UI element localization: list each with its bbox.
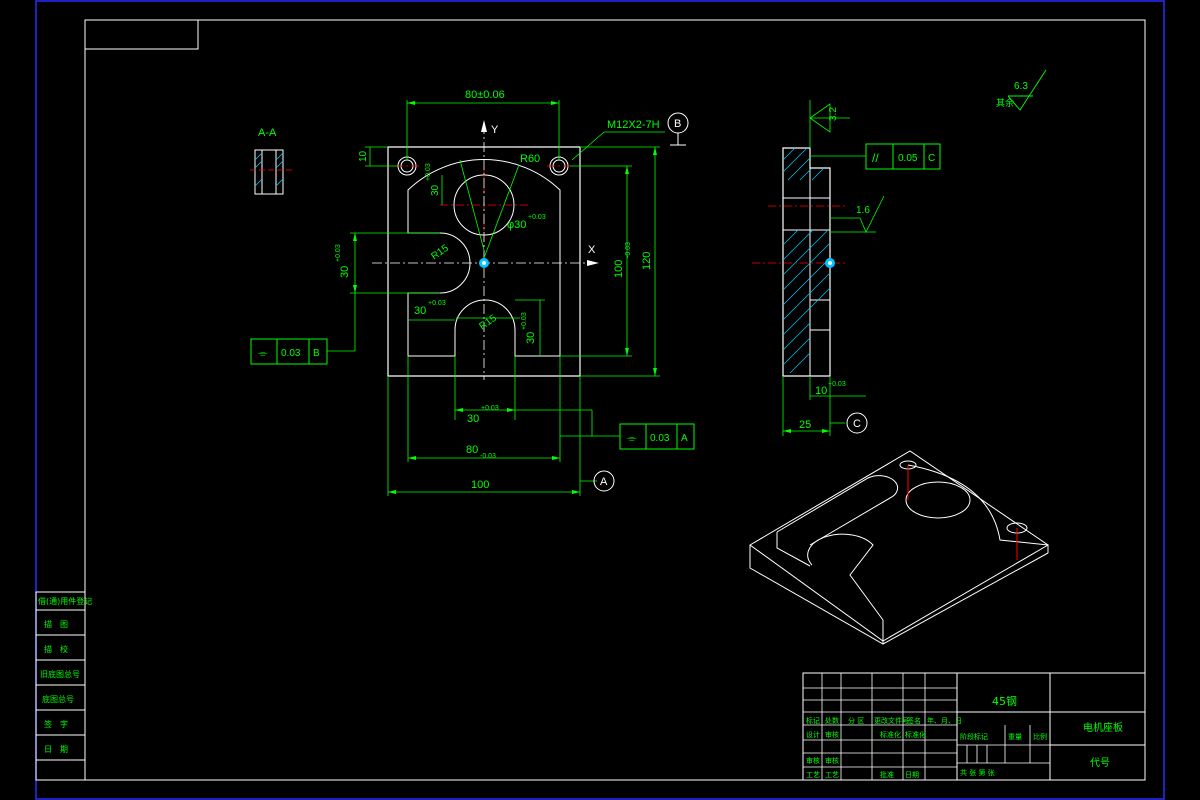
general-roughness: 6.3 其余 bbox=[996, 69, 1047, 111]
dim-30-top-tol: +0.03 bbox=[425, 163, 432, 181]
dim-30-slot: 30 bbox=[525, 332, 537, 344]
side-panel-item: 描 校 bbox=[44, 644, 68, 654]
dim-30-mid: 30 bbox=[414, 305, 426, 317]
row-process: 工艺 bbox=[825, 771, 839, 779]
dim-100-vert-tol: -0.03 bbox=[625, 242, 632, 258]
header-label: 签名 bbox=[907, 716, 921, 725]
material: 45钢 bbox=[992, 695, 1017, 708]
roughness-16: 1.6 bbox=[856, 205, 870, 216]
part-name: 电机座板 bbox=[1083, 721, 1123, 734]
header-label: 标记 bbox=[806, 716, 820, 725]
dim-r15-left: R15 bbox=[429, 243, 451, 263]
scale-label: 比例 bbox=[1033, 732, 1047, 741]
fcf-b-value: 0.03 bbox=[281, 348, 301, 359]
row-check: 审核 bbox=[806, 756, 820, 765]
dim-80-bottom: 80 bbox=[466, 444, 478, 456]
drawing-frame bbox=[84, 19, 1146, 781]
dim-30-top: 30 bbox=[430, 184, 441, 196]
fcf-c-datum: C bbox=[928, 153, 935, 164]
row-check: 审核 bbox=[825, 756, 839, 765]
fcf-c-symbol: // bbox=[872, 151, 879, 165]
axis-x-label: X bbox=[588, 244, 596, 256]
fcf-b-symbol: ⌯ bbox=[258, 346, 268, 360]
side-panel-item: 借(通)用件登记 bbox=[38, 596, 92, 606]
cad-drawing-canvas: A-A Y X 80±0.06 M12X2-7H B 10 30 +0.03 R… bbox=[35, 0, 1165, 800]
side-panel-item: 底图总号 bbox=[42, 694, 74, 704]
side-dim-10-tol: +0.03 bbox=[828, 381, 846, 388]
side-view: 3.2 1.6 10 +0.03 25 C bbox=[752, 100, 885, 436]
section-a-a-view: A-A bbox=[250, 127, 292, 195]
datum-c-label: C bbox=[853, 418, 861, 430]
side-panel-item: 旧底图总号 bbox=[40, 669, 80, 679]
row-process: 工艺 bbox=[806, 771, 820, 779]
stage-label: 阶段标记 bbox=[960, 732, 988, 741]
side-panel-item: 签 字 bbox=[44, 719, 68, 729]
datum-a-label: A bbox=[600, 476, 608, 488]
axis-y-label: Y bbox=[491, 124, 499, 136]
fcf-a-datum: A bbox=[681, 433, 688, 444]
dim-100-vert: 100 bbox=[613, 260, 625, 278]
sheet-label: 共 张 第 张 bbox=[960, 768, 995, 777]
roughness-32: 3.2 bbox=[828, 107, 839, 121]
dim-top-width: 80±0.06 bbox=[465, 89, 505, 101]
dim-30-bottom-tol: +0.03 bbox=[481, 405, 499, 412]
fcf-a-value: 0.03 bbox=[650, 433, 670, 444]
dim-10: 10 bbox=[358, 150, 369, 162]
dim-100-bottom: 100 bbox=[471, 479, 489, 491]
dim-r60: R60 bbox=[520, 153, 540, 165]
row-design: 标准化 bbox=[905, 730, 926, 739]
header-label: 处数 bbox=[825, 716, 839, 725]
thread-callout: M12X2-7H bbox=[607, 119, 660, 131]
dim-30-bottom: 30 bbox=[467, 413, 479, 425]
row-process: 批准 bbox=[880, 770, 894, 779]
sheet-outer-border bbox=[35, 0, 1165, 800]
dim-r15-bottom: R15 bbox=[477, 313, 499, 333]
fcf-c: // 0.05 C bbox=[865, 143, 941, 170]
dim-30-left: 30 bbox=[339, 266, 351, 278]
side-panel-item: 日 期 bbox=[44, 745, 68, 754]
fcf-b-datum: B bbox=[313, 348, 320, 359]
datum-b-label: B bbox=[674, 118, 681, 130]
general-roughness-value: 6.3 bbox=[1014, 81, 1028, 92]
side-dim-25: 25 bbox=[799, 419, 811, 431]
side-panel: 借(通)用件登记 描 图 描 校 旧底图总号 底图总号 签 字 日 期 bbox=[35, 591, 92, 781]
dim-30-left-tol: +0.03 bbox=[335, 244, 342, 262]
code-label: 代号 bbox=[1090, 757, 1110, 769]
fcf-c-value: 0.05 bbox=[898, 153, 918, 164]
dim-120: 120 bbox=[641, 252, 653, 270]
row-design: 设计 bbox=[806, 730, 820, 739]
row-process: 日期 bbox=[905, 771, 919, 779]
dim-30-slot-tol: +0.03 bbox=[521, 312, 528, 330]
fcf-a-symbol: ⌯ bbox=[627, 431, 637, 445]
drawing-number-box bbox=[84, 19, 199, 50]
section-label: A-A bbox=[258, 127, 277, 139]
dim-80-bottom-tol: -0.03 bbox=[480, 453, 496, 460]
row-design: 审核 bbox=[825, 730, 839, 739]
fcf-a: ⌯ 0.03 A bbox=[619, 423, 695, 450]
dim-phi30: φ30 bbox=[507, 219, 526, 231]
header-label: 分 区 bbox=[848, 716, 864, 725]
title-block: 45钢 电机座板 代号 标记 处数 分 区 更改文件号 签名 年、月、日 设计 … bbox=[802, 672, 1146, 781]
fcf-b: ⌯ 0.03 B bbox=[250, 338, 328, 365]
general-roughness-label: 其余 bbox=[996, 97, 1014, 109]
weight-label: 重量 bbox=[1008, 733, 1022, 741]
dim-30-mid-tol: +0.03 bbox=[428, 300, 446, 307]
header-label: 年、月、日 bbox=[927, 716, 962, 725]
dim-phi30-tol: +0.03 bbox=[528, 214, 546, 221]
side-panel-item: 描 图 bbox=[44, 619, 68, 629]
isometric-view bbox=[749, 450, 1049, 645]
side-dim-10: 10 bbox=[815, 385, 827, 397]
header-label: 更改文件号 bbox=[874, 716, 909, 725]
row-design: 标准化 bbox=[880, 730, 901, 739]
